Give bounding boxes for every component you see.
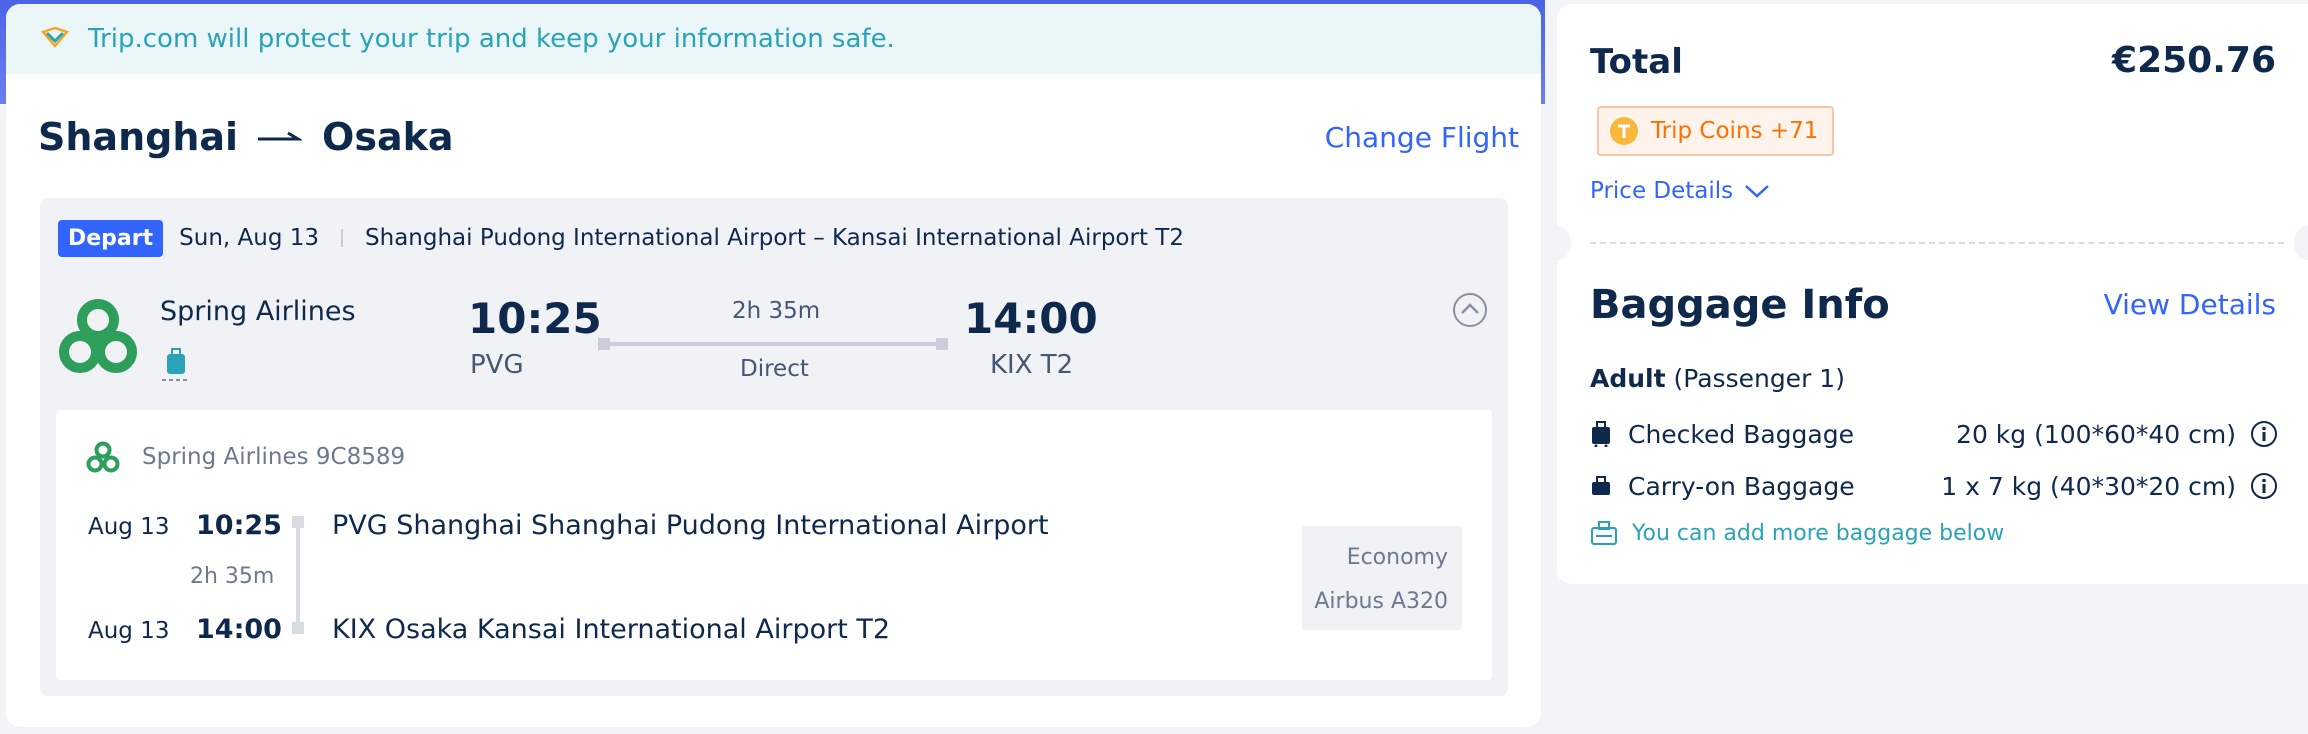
duration-line xyxy=(598,338,948,350)
carry-on-baggage-row: Carry-on Baggage 1 x 7 kg (40*30*20 cm) xyxy=(1590,468,2278,504)
depart-date: Sun, Aug 13 xyxy=(179,225,320,251)
flight-duration: 2h 35m xyxy=(732,298,821,324)
total-price: €250.76 xyxy=(2112,40,2276,81)
ticket-notch xyxy=(2294,226,2308,260)
passenger-type: Adult xyxy=(1590,364,1666,393)
arrow-right-icon xyxy=(258,131,303,141)
price-details-toggle[interactable]: Price Details xyxy=(1590,178,1771,204)
arrival-time: 14:00 xyxy=(964,294,1098,343)
segment-departure-airport: PVG Shanghai Shanghai Pudong Internation… xyxy=(332,510,1049,541)
cabin-info: Economy Airbus A320 xyxy=(1302,526,1462,630)
change-flight-link[interactable]: Change Flight xyxy=(1325,121,1519,154)
luggage-icon[interactable] xyxy=(162,346,190,382)
timeline-start-dot xyxy=(292,516,304,528)
flight-detail-card: Spring Airlines 9C8589 Aug 13 10:25 2h 3… xyxy=(56,410,1492,680)
coin-icon xyxy=(1610,117,1638,145)
divider xyxy=(341,229,344,247)
price-summary-card: Total €250.76 Trip Coins +71 Price Detai… xyxy=(1543,4,2308,584)
total-label: Total xyxy=(1590,42,1683,82)
add-baggage-text: You can add more baggage below xyxy=(1632,520,2005,546)
route-title: Shanghai Osaka xyxy=(38,115,454,159)
aircraft-type: Airbus A320 xyxy=(1314,589,1448,614)
segment-timeline xyxy=(296,522,300,622)
carry-on-baggage-value: 1 x 7 kg (40*30*20 cm) xyxy=(1941,471,2236,501)
trip-coins-label: Trip Coins +71 xyxy=(1651,118,1819,144)
airline-flight-number: Spring Airlines 9C8589 xyxy=(142,444,406,470)
chevron-up-circle-icon[interactable] xyxy=(1452,292,1488,328)
chevron-down-icon xyxy=(1745,185,1769,198)
segment-duration: 2h 35m xyxy=(190,564,275,589)
arrival-code: KIX T2 xyxy=(990,350,1074,380)
depart-row: Depart Sun, Aug 13 Shanghai Pudong Inter… xyxy=(58,216,1184,260)
flight-card: Trip.com will protect your trip and keep… xyxy=(6,4,1541,727)
trip-coins-badge: Trip Coins +71 xyxy=(1597,106,1835,156)
shield-check-icon xyxy=(40,26,70,48)
baggage-add-icon xyxy=(1591,521,1617,545)
airline-name: Spring Airlines xyxy=(160,296,356,327)
airports-summary: Shanghai Pudong International Airport – … xyxy=(365,225,1184,251)
segment-departure-time: 10:25 xyxy=(196,510,282,541)
timeline-end-dot xyxy=(292,622,304,634)
destination-city: Osaka xyxy=(322,115,454,159)
cabin-class: Economy xyxy=(1346,545,1448,570)
departure-time: 10:25 xyxy=(468,294,602,343)
depart-badge: Depart xyxy=(58,219,164,257)
baggage-title: Baggage Info xyxy=(1590,282,1890,328)
carry-on-baggage-label: Carry-on Baggage xyxy=(1628,471,1855,501)
price-details-label: Price Details xyxy=(1590,178,1734,204)
checked-baggage-value: 20 kg (100*60*40 cm) xyxy=(1956,419,2236,449)
ticket-notch xyxy=(1543,226,1571,260)
segment-arrival-time: 14:00 xyxy=(196,614,282,645)
flight-summary: Depart Sun, Aug 13 Shanghai Pudong Inter… xyxy=(40,198,1508,696)
view-details-link[interactable]: View Details xyxy=(2104,288,2276,321)
info-icon[interactable] xyxy=(2250,472,2278,500)
stops-label: Direct xyxy=(740,356,809,382)
passenger-line: Adult (Passenger 1) xyxy=(1590,364,1845,393)
info-icon[interactable] xyxy=(2250,420,2278,448)
segment-arrival-date: Aug 13 xyxy=(88,618,170,644)
passenger-note: (Passenger 1) xyxy=(1673,364,1845,393)
route-header: Shanghai Osaka Change Flight xyxy=(38,112,1519,162)
suitcase-icon xyxy=(1592,421,1610,447)
protection-text: Trip.com will protect your trip and keep… xyxy=(88,24,895,54)
origin-city: Shanghai xyxy=(38,115,239,159)
segment-arrival-airport: KIX Osaka Kansai International Airport T… xyxy=(332,614,891,645)
add-baggage-hint: You can add more baggage below xyxy=(1590,520,2004,546)
carry-on-bag-icon xyxy=(1592,476,1610,495)
protection-banner: Trip.com will protect your trip and keep… xyxy=(6,4,1541,74)
spring-airlines-logo-icon xyxy=(59,299,137,373)
checked-baggage-row: Checked Baggage 20 kg (100*60*40 cm) xyxy=(1590,416,2278,452)
divider xyxy=(1590,242,2284,244)
departure-code: PVG xyxy=(470,350,524,380)
spring-airlines-logo-icon xyxy=(86,441,120,473)
checked-baggage-label: Checked Baggage xyxy=(1628,419,1854,449)
segment-departure-date: Aug 13 xyxy=(88,514,170,540)
